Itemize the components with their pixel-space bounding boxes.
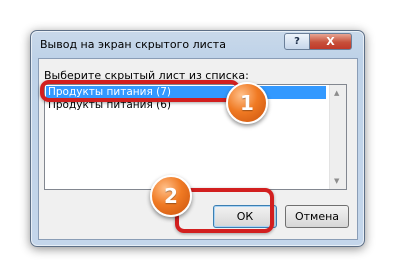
step-1-badge: 1 (226, 82, 268, 124)
scroll-down-arrow-icon[interactable]: ▼ (334, 177, 339, 185)
dialog-title: Вывод на экран скрытого листа (40, 38, 226, 51)
screenshot-stage: Вывод на экран скрытого листа ? X Выбери… (0, 0, 394, 274)
scroll-up-arrow-icon[interactable]: ▲ (334, 89, 339, 97)
highlight-frame-list-item (40, 80, 240, 102)
close-button[interactable]: X (309, 33, 352, 50)
cancel-button[interactable]: Отмена (285, 205, 349, 228)
title-bar: Вывод на экран скрытого листа ? X (31, 31, 364, 57)
step-2-badge: 2 (150, 175, 192, 217)
help-button[interactable]: ? (284, 33, 310, 50)
listbox-scrollbar[interactable]: ▲ ▼ (329, 85, 346, 189)
